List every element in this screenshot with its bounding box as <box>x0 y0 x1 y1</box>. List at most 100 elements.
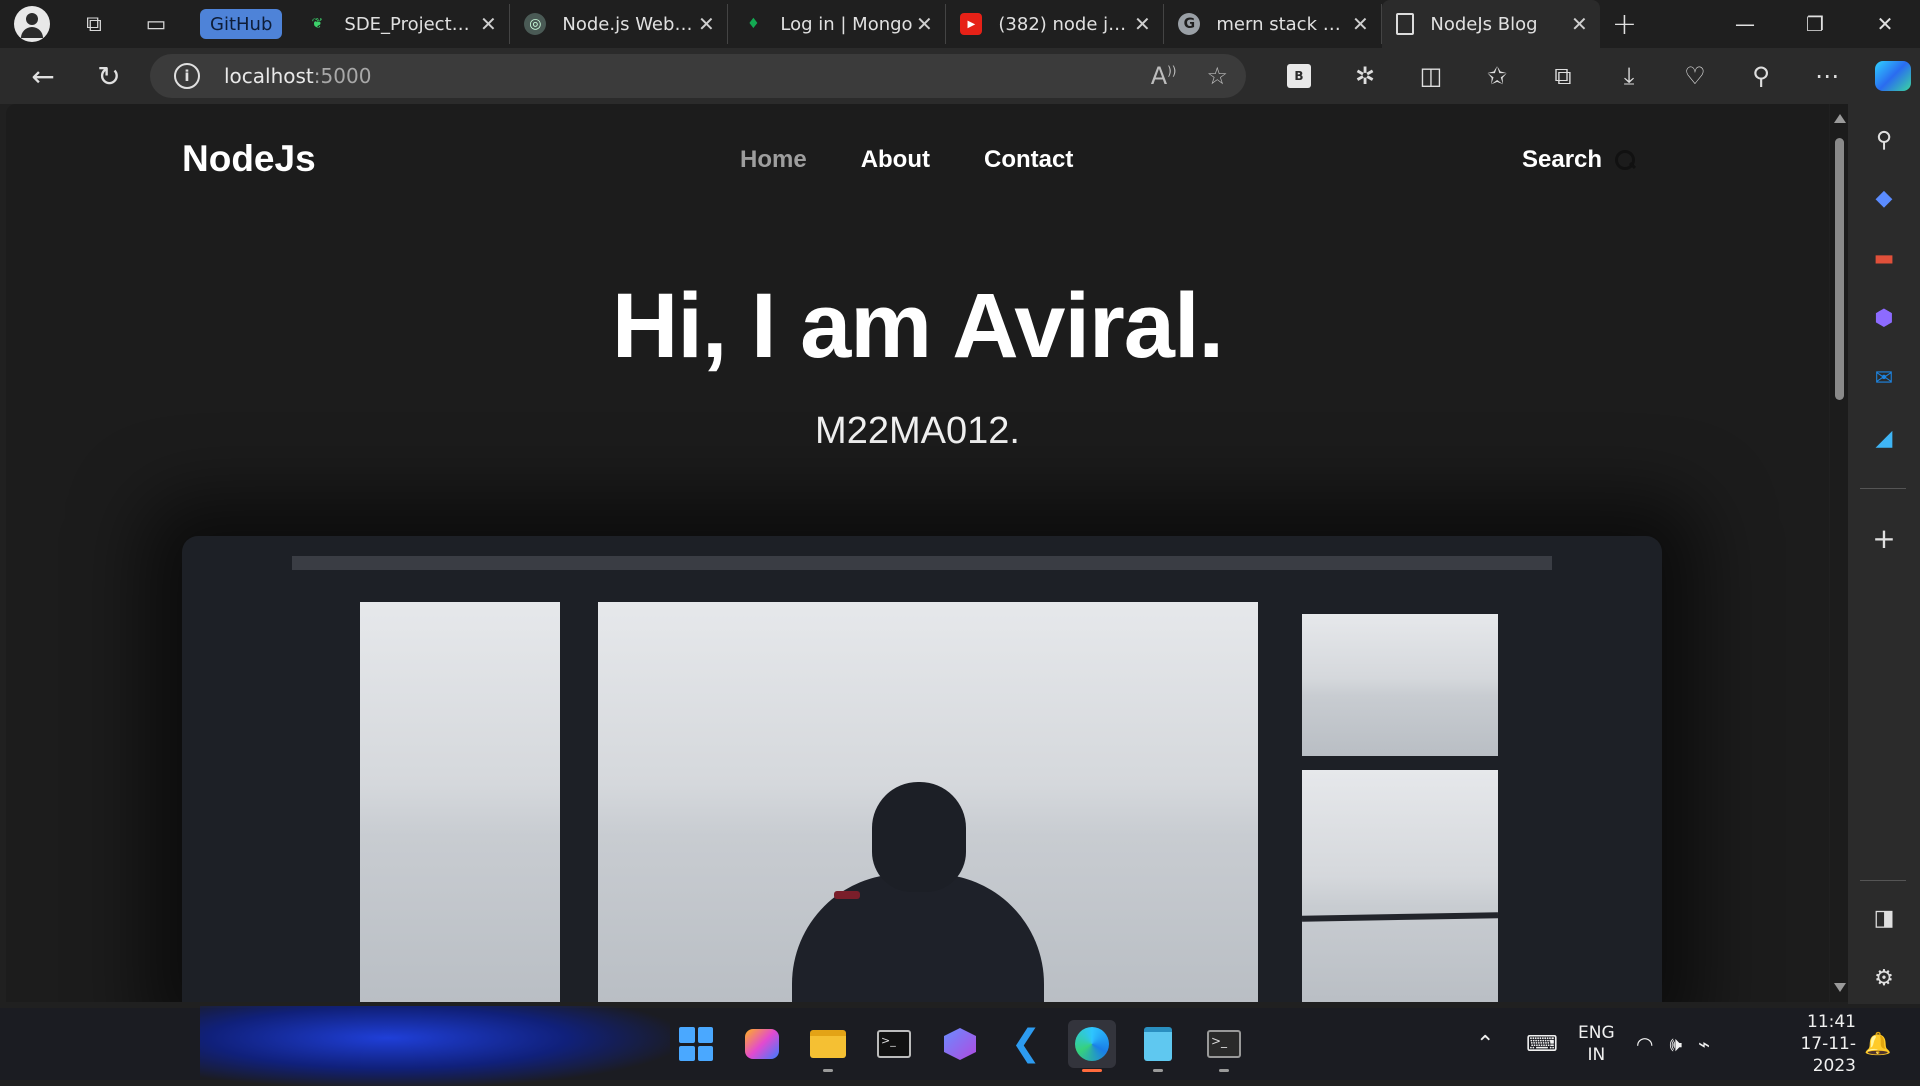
shopping-tag-icon[interactable]: ◆ <box>1866 180 1902 216</box>
tab-google-search[interactable]: G mern stack svg ✕ <box>1164 4 1383 44</box>
close-icon[interactable]: ✕ <box>477 12 499 36</box>
wallpaper-glow <box>200 1006 670 1086</box>
browser-tab-strip: ⧉ ▭ GitHub ❦ SDE_Project_Re ✕ ◎ Node.js … <box>0 0 1920 48</box>
tab-mongodb-login[interactable]: ♦ Log in | Mongo ✕ <box>728 4 947 44</box>
tab-nodejs-blog[interactable]: NodeJs Blog ✕ <box>1382 0 1601 48</box>
show-hidden-icons-chevron-icon[interactable]: ⌃ <box>1476 1008 1494 1080</box>
settings-gear-icon[interactable]: ⚙ <box>1866 960 1902 996</box>
tab-group-github[interactable]: GitHub <box>200 9 283 39</box>
powershell-icon[interactable]: >_ <box>1200 1020 1248 1072</box>
clock-date: 17-11-2023 <box>1800 1034 1856 1076</box>
close-icon[interactable]: ✕ <box>1568 12 1590 36</box>
openai-icon: ◎ <box>524 13 547 35</box>
tab-title: Log in | Mongo <box>780 13 913 35</box>
touch-keyboard-icon[interactable]: ⌨ <box>1526 1008 1558 1080</box>
page-icon <box>1396 13 1415 35</box>
copilot-pre-icon[interactable] <box>738 1020 786 1068</box>
scroll-down-arrow-icon[interactable] <box>1834 983 1846 992</box>
refresh-icon[interactable]: ↻ <box>76 48 142 104</box>
clock[interactable]: 11:41 17-11-2023 <box>1760 1008 1856 1080</box>
workspaces-icon[interactable]: ⧉ <box>76 6 112 42</box>
notification-bell-icon[interactable]: 🔔 <box>1864 1008 1891 1080</box>
outlook-icon[interactable]: ✉ <box>1866 360 1902 396</box>
google-icon: G <box>1178 13 1201 35</box>
site-search-button[interactable]: Search <box>1522 146 1636 174</box>
window-pane <box>360 602 560 1002</box>
tab-title: (382) node js ex <box>998 13 1132 35</box>
favorite-star-icon[interactable]: ☆ <box>1206 62 1228 90</box>
hero-image <box>182 536 1662 1002</box>
site-nav: Home About Contact <box>740 146 1073 174</box>
window-pane <box>1302 770 1498 1002</box>
close-icon[interactable]: ✕ <box>913 12 935 36</box>
scroll-thumb[interactable] <box>1835 138 1844 400</box>
site-info-icon[interactable]: i <box>174 63 200 89</box>
browser-toolbar: ← ↻ i localhost:5000 A)) ☆ B ✲ ◫ ✩ ⧉ ⤓ ♡… <box>0 48 1920 104</box>
hide-sidebar-icon[interactable]: ◨ <box>1866 900 1902 936</box>
send-plane-icon[interactable]: ◢ <box>1866 420 1902 456</box>
favorites-icon[interactable]: ✩ <box>1464 48 1530 104</box>
vscode-icon[interactable]: ❮ <box>1002 1020 1050 1068</box>
browser-essentials-icon[interactable]: ♡ <box>1662 48 1728 104</box>
collections-icon[interactable]: ⧉ <box>1530 48 1596 104</box>
system-tray-icons[interactable]: ◠ 🕪 ⌁ <box>1636 1008 1710 1080</box>
split-screen-icon[interactable]: ◫ <box>1398 48 1464 104</box>
youtube-icon: ▶ <box>960 13 983 35</box>
url-text[interactable]: localhost:5000 <box>224 64 371 88</box>
more-options-icon[interactable]: ⋯ <box>1794 48 1860 104</box>
downloads-icon[interactable]: ⤓ <box>1596 48 1662 104</box>
nav-about-link[interactable]: About <box>861 146 930 174</box>
add-icon[interactable]: + <box>1866 520 1902 556</box>
terminal-icon[interactable]: >_ <box>870 1020 918 1068</box>
notepad-icon[interactable] <box>1134 1020 1182 1072</box>
site-logo[interactable]: NodeJs <box>182 138 316 180</box>
edge-icon[interactable] <box>1068 1020 1116 1072</box>
wifi-icon[interactable]: ◠ <box>1636 1032 1653 1056</box>
performance-icon[interactable]: ⚲ <box>1728 48 1794 104</box>
extensions-puzzle-icon[interactable]: ✲ <box>1332 48 1398 104</box>
tab-sde-project[interactable]: ❦ SDE_Project_Re ✕ <box>292 4 511 44</box>
page-viewport: NodeJs Home About Contact Search Hi, I a… <box>6 104 1829 1002</box>
sidebar-divider <box>1860 880 1906 881</box>
copilot-hex-icon[interactable]: ⬢ <box>1866 300 1902 336</box>
tools-briefcase-icon[interactable]: ▬ <box>1866 240 1902 276</box>
tab-nodejs-web-app[interactable]: ◎ Node.js Web Ap ✕ <box>510 4 729 44</box>
close-icon[interactable]: ✕ <box>1349 12 1371 36</box>
copilot-icon[interactable] <box>936 1020 984 1068</box>
address-bar[interactable]: i localhost:5000 A)) ☆ <box>150 54 1246 98</box>
search-icon <box>1614 149 1636 171</box>
minimize-button[interactable]: — <box>1710 0 1780 48</box>
sidebar-divider <box>1860 488 1906 489</box>
leaf-green-icon: ❦ <box>311 16 324 32</box>
scroll-up-arrow-icon[interactable] <box>1834 114 1846 123</box>
page-scrollbar[interactable] <box>1830 104 1848 1002</box>
tab-title: SDE_Project_Re <box>344 13 478 35</box>
mongodb-leaf-icon: ♦ <box>747 16 760 32</box>
extension-b-icon[interactable]: B <box>1266 48 1332 104</box>
close-icon[interactable]: ✕ <box>695 12 717 36</box>
nav-contact-link[interactable]: Contact <box>984 146 1073 174</box>
tab-youtube[interactable]: ▶ (382) node js ex ✕ <box>946 4 1165 44</box>
profile-avatar-icon[interactable] <box>14 6 50 42</box>
edge-sidebar: ⚲ ◆ ▬ ⬢ ✉ ◢ + ◨ ⚙ <box>1848 104 1920 1004</box>
tab-actions-icon[interactable]: ▭ <box>138 6 174 42</box>
language-indicator[interactable]: ENG IN <box>1578 1008 1615 1080</box>
battery-charging-icon[interactable]: ⌁ <box>1698 1032 1710 1056</box>
volume-icon[interactable]: 🕪 <box>1669 1032 1682 1056</box>
file-explorer-icon[interactable] <box>804 1020 852 1072</box>
person-silhouette-head <box>872 782 966 892</box>
back-arrow-icon[interactable]: ← <box>10 48 76 104</box>
close-window-button[interactable]: ✕ <box>1850 0 1920 48</box>
tab-title: mern stack svg <box>1216 13 1350 35</box>
tab-title: NodeJs Blog <box>1430 13 1538 35</box>
windows-start-icon[interactable] <box>672 1020 720 1068</box>
new-tab-button[interactable]: + <box>1600 7 1648 42</box>
restore-button[interactable]: ❐ <box>1780 0 1850 48</box>
search-icon[interactable]: ⚲ <box>1866 122 1902 158</box>
hero-subtitle: M22MA012. <box>815 410 1020 452</box>
close-icon[interactable]: ✕ <box>1131 12 1153 36</box>
copilot-icon[interactable] <box>1860 48 1920 104</box>
taskbar-apps: >_ ❮ >_ <box>672 1020 1248 1072</box>
nav-home-link[interactable]: Home <box>740 146 807 174</box>
read-aloud-icon[interactable]: A)) <box>1151 62 1177 90</box>
